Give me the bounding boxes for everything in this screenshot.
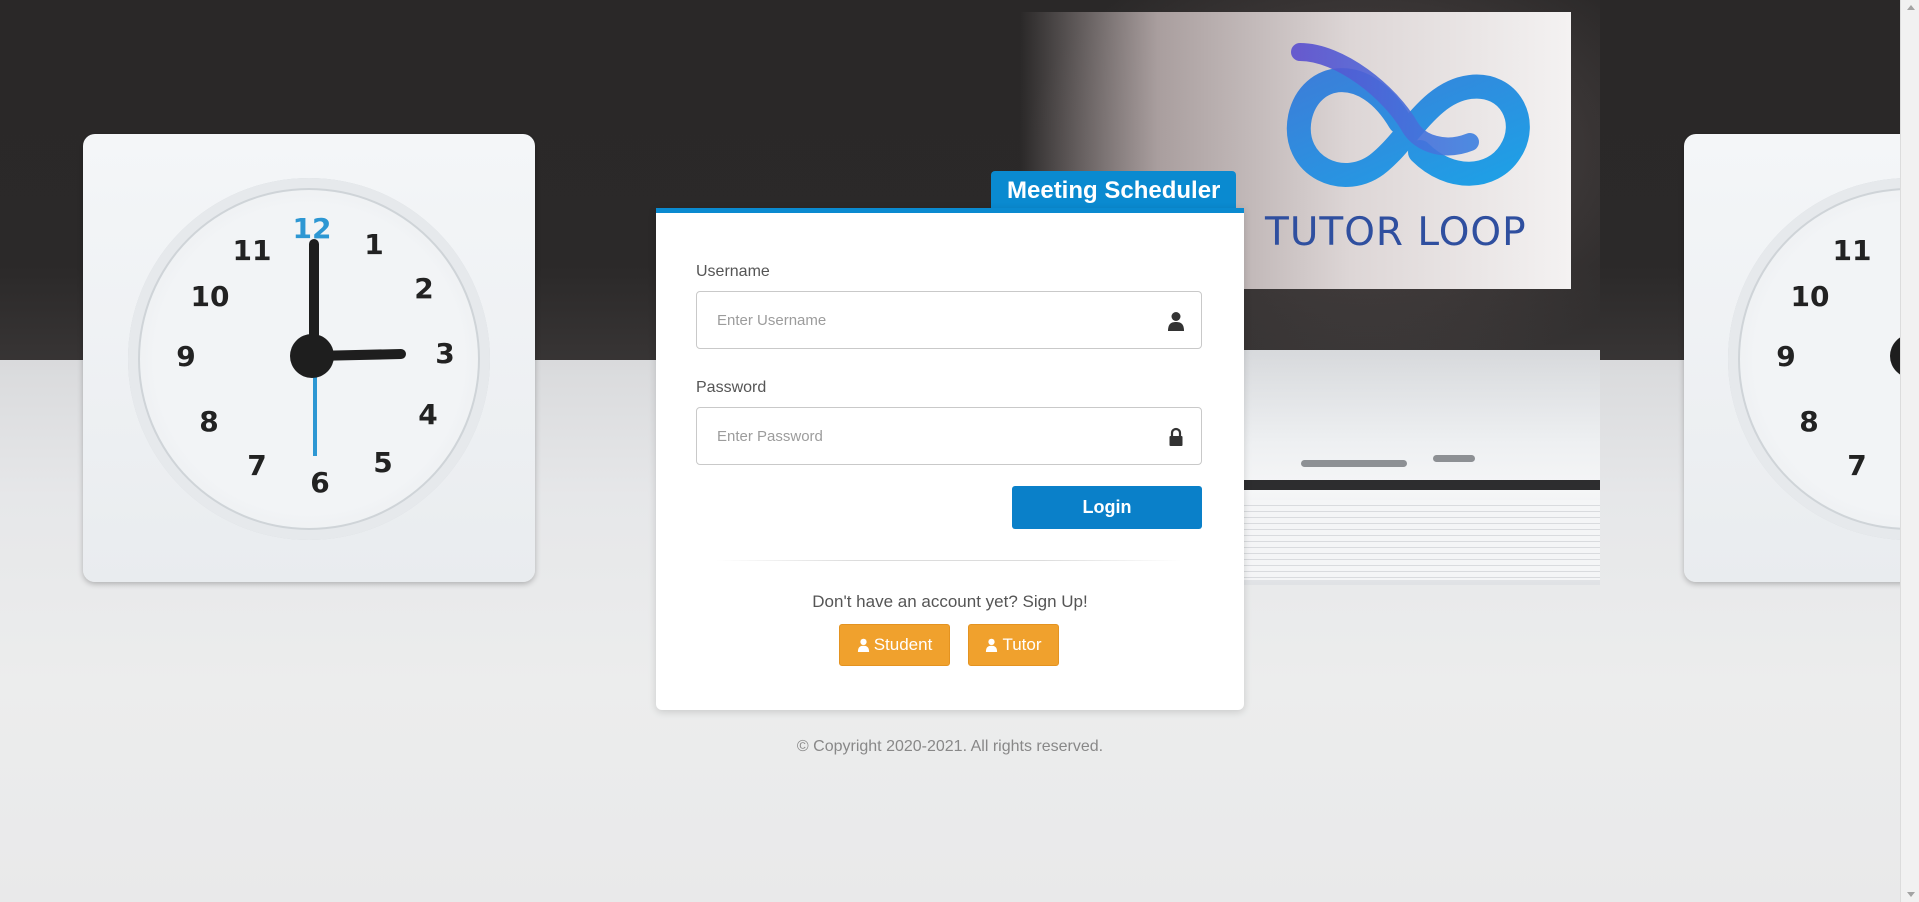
password-label: Password [696,379,767,396]
clock-numeral-9: 9 [1776,340,1795,373]
clock-numeral-7: 7 [1847,449,1866,482]
signup-prompt: Don't have an account yet? Sign Up! [812,592,1088,611]
page-scrollbar[interactable] [1900,0,1919,902]
copyright-footer: © Copyright 2020-2021. All rights reserv… [796,738,1104,755]
notebook-pages [1243,500,1600,580]
right-clock-dial: 11 10 9 8 7 [1776,234,1900,482]
laptop-edge [1243,480,1600,490]
page: 12 1 2 3 4 5 6 7 8 9 10 11 11 10 9 8 7 T… [0,0,1919,902]
clock-numeral-4: 4 [418,398,437,431]
username-field[interactable] [696,291,1202,349]
clock-numeral-7: 7 [247,449,266,482]
background-laptop [1243,350,1600,585]
clock-numeral-2: 2 [414,272,433,305]
clock-numeral-3: 3 [435,337,454,370]
lock-icon [1169,427,1183,446]
clock-numeral-10: 10 [191,280,230,313]
left-clock-dial: 12 1 2 3 4 5 6 7 8 9 10 11 [176,212,454,499]
scroll-down-arrow-icon[interactable] [1907,892,1915,897]
clock-numeral-10: 10 [1791,280,1830,313]
clock-numeral-6: 6 [310,466,329,499]
clock-numeral-1: 1 [364,228,383,261]
username-label: Username [696,263,770,280]
login-card: Username Password Login Don't have an ac… [656,208,1244,710]
scroll-up-arrow-icon[interactable] [1907,5,1915,10]
infinity-icon [1286,43,1530,187]
login-button[interactable]: Login [1012,486,1202,529]
app-title: Meeting Scheduler [991,171,1237,211]
clock-numeral-11: 11 [233,234,272,267]
laptop-port [1301,460,1407,467]
student-signup-button[interactable]: Student [839,624,950,666]
student-signup-label: Student [873,635,933,654]
logo-text: TUTOR LOOP [1265,210,1527,255]
tutor-signup-button[interactable]: Tutor [968,624,1059,666]
clock-numeral-8: 8 [1799,405,1818,438]
clock-numeral-5: 5 [373,446,392,479]
password-field[interactable] [696,407,1202,465]
user-icon [1168,312,1184,331]
user-icon [986,638,998,652]
user-icon [857,638,869,652]
clock-numeral-8: 8 [199,405,218,438]
clock-numeral-9: 9 [176,340,195,373]
clock-center [1890,337,1900,375]
clock-numeral-11: 11 [1833,234,1872,267]
divider [716,560,1182,561]
tutor-signup-label: Tutor [1002,635,1042,654]
clock-center [290,334,334,378]
laptop-port [1433,455,1475,462]
password-input[interactable] [697,408,1157,464]
username-input[interactable] [697,292,1157,348]
